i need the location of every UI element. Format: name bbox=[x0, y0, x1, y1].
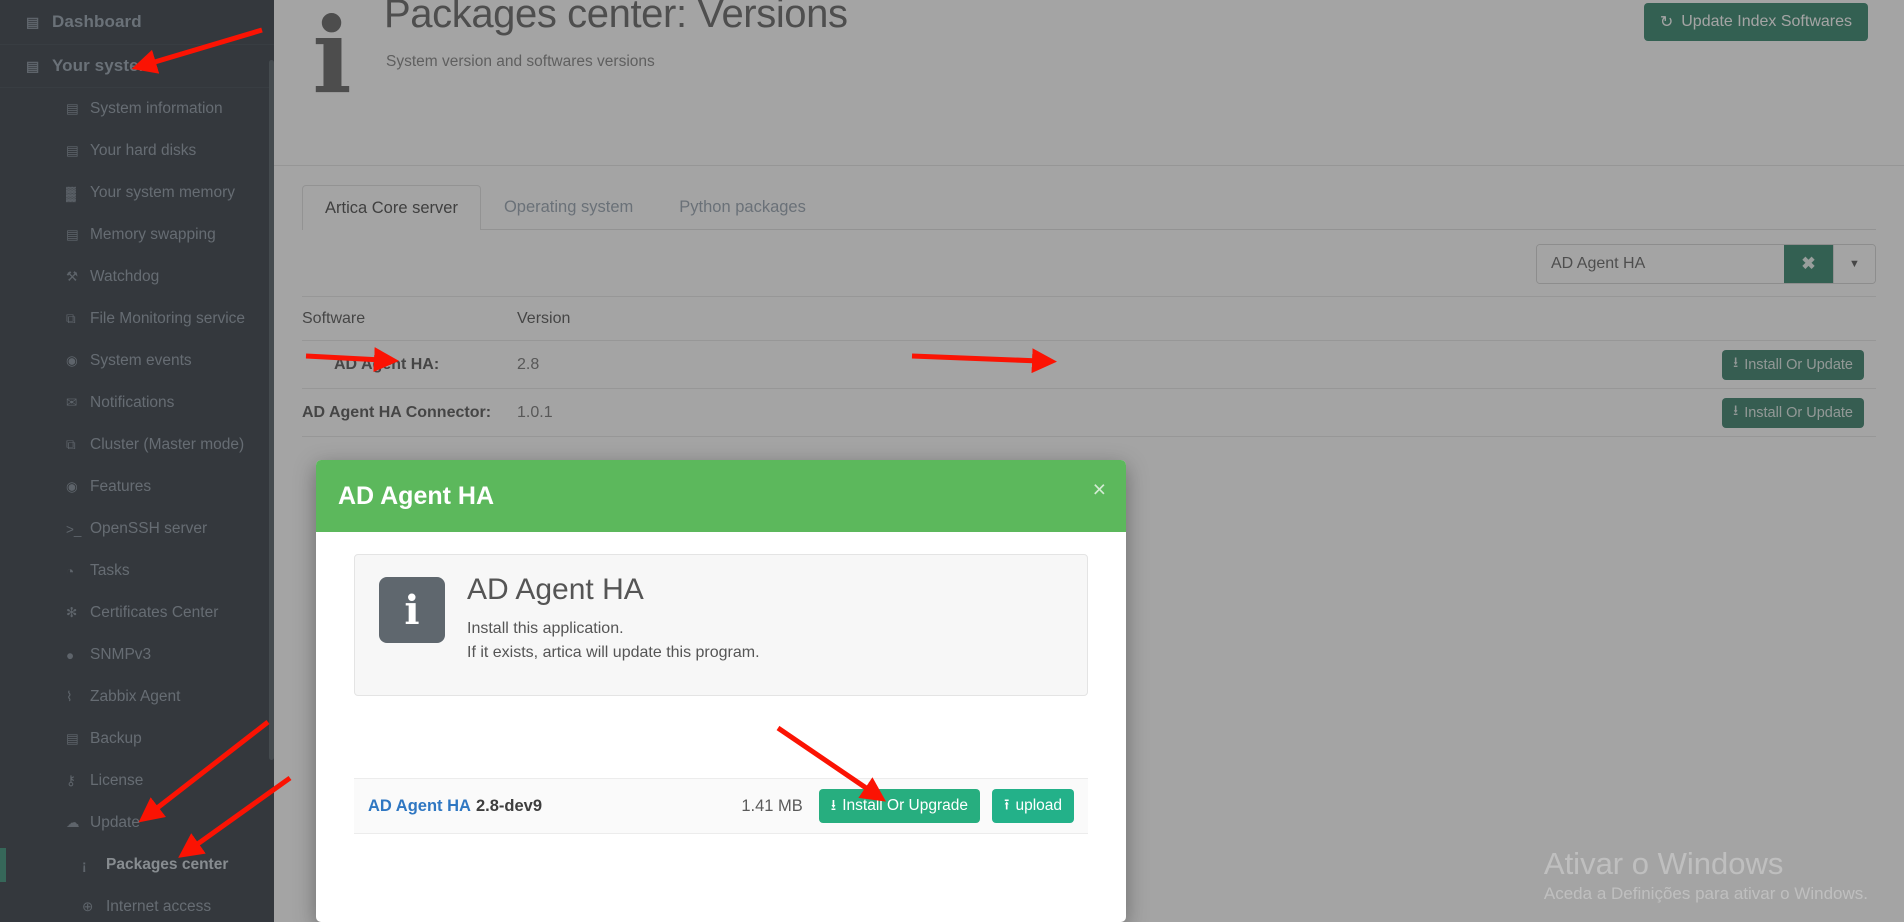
app-name: AD Agent HA bbox=[467, 573, 760, 607]
modal-header: AD Agent HA × bbox=[316, 460, 1126, 532]
modal-title: AD Agent HA bbox=[338, 482, 494, 511]
modal-body: i AD Agent HA Install this application. … bbox=[316, 532, 1126, 696]
download-icon: ⭳ bbox=[831, 793, 836, 820]
modal-close-button[interactable]: × bbox=[1093, 478, 1106, 501]
upload-button[interactable]: ⭱ upload bbox=[992, 789, 1074, 823]
watermark-line-2: Aceda a Definições para ativar o Windows… bbox=[1544, 884, 1868, 904]
watermark-line-1: Ativar o Windows bbox=[1544, 845, 1868, 884]
app-info-text: AD Agent HA Install this application. If… bbox=[467, 577, 760, 673]
windows-activation-watermark: Ativar o Windows Aceda a Definições para… bbox=[1544, 845, 1868, 904]
info-icon: i bbox=[379, 577, 445, 643]
upload-icon: ⭱ bbox=[1004, 793, 1009, 820]
download-package-version: 2.8-dev9 bbox=[476, 797, 542, 816]
install-modal: AD Agent HA × i AD Agent HA Install this… bbox=[316, 460, 1126, 922]
install-or-upgrade-label: Install Or Upgrade bbox=[842, 797, 968, 815]
app-desc-line-2: If it exists, artica will update this pr… bbox=[467, 641, 760, 665]
app-desc-line-1: Install this application. bbox=[467, 617, 760, 641]
upload-label: upload bbox=[1015, 797, 1062, 815]
app-root: ▤ Dashboard ▤ Your system ▤System inform… bbox=[0, 0, 1904, 922]
app-info-panel: i AD Agent HA Install this application. … bbox=[354, 554, 1088, 696]
install-or-upgrade-button[interactable]: ⭳ Install Or Upgrade bbox=[819, 789, 980, 823]
close-icon: × bbox=[1093, 476, 1106, 502]
download-package-link[interactable]: AD Agent HA bbox=[368, 797, 471, 816]
download-row: AD Agent HA 2.8-dev9 1.41 MB ⭳ Install O… bbox=[354, 778, 1088, 834]
download-package-size: 1.41 MB bbox=[741, 797, 802, 816]
